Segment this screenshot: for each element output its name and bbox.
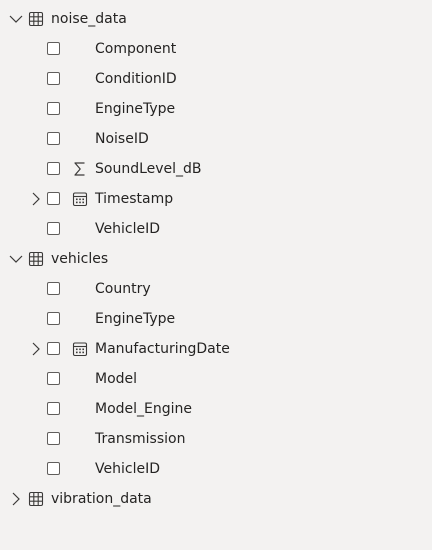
field-row[interactable]: SoundLevel_dB <box>0 154 432 184</box>
sigma-sum-icon <box>72 161 88 177</box>
table-name[interactable]: noise_data <box>51 4 127 34</box>
chevron-right-icon[interactable] <box>28 191 44 207</box>
field-label[interactable]: Timestamp <box>95 184 173 214</box>
field-label[interactable]: VehicleID <box>95 214 160 244</box>
field-checkbox[interactable] <box>47 192 60 205</box>
field-label[interactable]: Component <box>95 34 176 64</box>
field-checkbox[interactable] <box>47 372 60 385</box>
field-checkbox[interactable] <box>47 282 60 295</box>
field-label[interactable]: Country <box>95 274 151 304</box>
field-row[interactable]: Timestamp <box>0 184 432 214</box>
field-checkbox[interactable] <box>47 132 60 145</box>
field-row[interactable]: Component <box>0 34 432 64</box>
chevron-down-icon[interactable] <box>8 11 24 27</box>
table-name[interactable]: vehicles <box>51 244 108 274</box>
field-label[interactable]: SoundLevel_dB <box>95 154 202 184</box>
field-row[interactable]: VehicleID <box>0 454 432 484</box>
table-name[interactable]: vibration_data <box>51 484 152 514</box>
field-row[interactable]: Model_Engine <box>0 394 432 424</box>
field-checkbox[interactable] <box>47 432 60 445</box>
chevron-right-icon[interactable] <box>28 341 44 357</box>
field-checkbox[interactable] <box>47 72 60 85</box>
table-icon <box>28 251 44 267</box>
field-row[interactable]: NoiseID <box>0 124 432 154</box>
table-row-vehicles[interactable]: vehicles <box>0 244 432 274</box>
field-row[interactable]: ManufacturingDate <box>0 334 432 364</box>
field-checkbox[interactable] <box>47 402 60 415</box>
field-row[interactable]: Transmission <box>0 424 432 454</box>
field-row[interactable]: VehicleID <box>0 214 432 244</box>
field-label[interactable]: ManufacturingDate <box>95 334 230 364</box>
field-label[interactable]: EngineType <box>95 304 175 334</box>
fields-pane: noise_data Component ConditionID EngineT… <box>0 4 432 514</box>
table-icon <box>28 11 44 27</box>
field-row[interactable]: Country <box>0 274 432 304</box>
field-label[interactable]: NoiseID <box>95 124 149 154</box>
field-row[interactable]: ConditionID <box>0 64 432 94</box>
field-checkbox[interactable] <box>47 42 60 55</box>
field-checkbox[interactable] <box>47 342 60 355</box>
field-row[interactable]: EngineType <box>0 304 432 334</box>
field-checkbox[interactable] <box>47 162 60 175</box>
field-row[interactable]: Model <box>0 364 432 394</box>
table-row-noise-data[interactable]: noise_data <box>0 4 432 34</box>
field-label[interactable]: VehicleID <box>95 454 160 484</box>
field-label[interactable]: Model <box>95 364 137 394</box>
field-checkbox[interactable] <box>47 462 60 475</box>
chevron-right-icon[interactable] <box>8 491 24 507</box>
field-checkbox[interactable] <box>47 312 60 325</box>
field-label[interactable]: ConditionID <box>95 64 177 94</box>
field-label[interactable]: Model_Engine <box>95 394 192 424</box>
calendar-icon <box>72 191 88 207</box>
field-checkbox[interactable] <box>47 102 60 115</box>
table-row-vibration-data[interactable]: vibration_data <box>0 484 432 514</box>
field-row[interactable]: EngineType <box>0 94 432 124</box>
table-icon <box>28 491 44 507</box>
chevron-down-icon[interactable] <box>8 251 24 267</box>
field-label[interactable]: EngineType <box>95 94 175 124</box>
field-checkbox[interactable] <box>47 222 60 235</box>
field-label[interactable]: Transmission <box>95 424 185 454</box>
calendar-icon <box>72 341 88 357</box>
